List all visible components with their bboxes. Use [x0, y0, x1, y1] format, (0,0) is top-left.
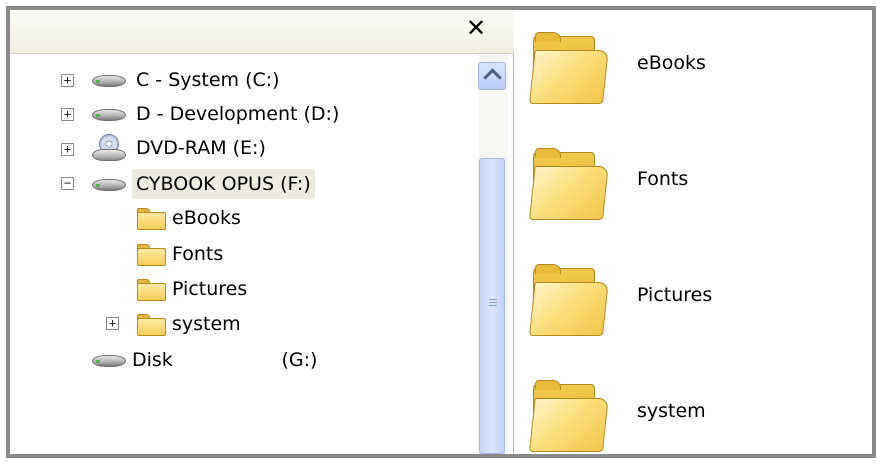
tree-item-label: CYBOOK OPUS (F:) [132, 169, 315, 199]
tree-scrollbar[interactable] [478, 54, 508, 454]
file-item-pictures[interactable]: Pictures [529, 264, 849, 340]
folder-icon [529, 380, 609, 454]
scrollbar-thumb[interactable] [479, 158, 505, 454]
close-button[interactable]: ✕ [462, 14, 490, 42]
file-item-system[interactable]: system [529, 380, 849, 454]
folder-icon [136, 243, 166, 266]
dvd-drive-icon [92, 134, 126, 162]
hard-drive-icon [92, 107, 126, 121]
file-item-fonts[interactable]: Fonts [529, 148, 849, 224]
tree-item-label: Pictures [172, 278, 248, 300]
tree-item-label: Fonts [172, 243, 224, 265]
expand-system-folder[interactable]: + [106, 317, 119, 330]
tree-item-label: eBooks [172, 207, 241, 229]
file-item-label: Fonts [637, 168, 689, 190]
tree-item-c-drive[interactable]: C - System (C:) [92, 64, 284, 96]
folder-icon [136, 207, 166, 230]
tree-item-label: system [172, 313, 241, 335]
tree-item-label: Disk (G:) [132, 349, 318, 371]
file-list-pane: eBooks Fonts Pictures system [515, 10, 872, 454]
hard-drive-icon [92, 73, 126, 87]
file-item-label: system [637, 400, 706, 422]
hard-drive-icon [92, 177, 126, 191]
tree-item-ebooks[interactable]: eBooks [136, 202, 245, 234]
tree-item-label: C - System (C:) [136, 69, 280, 91]
expand-d-drive[interactable]: + [61, 108, 74, 121]
scroll-up-arrow-icon[interactable] [478, 62, 506, 90]
folder-icon [529, 264, 609, 340]
tree-item-cybook-drive[interactable]: CYBOOK OPUS (F:) [92, 168, 315, 200]
file-item-ebooks[interactable]: eBooks [529, 32, 849, 108]
hard-drive-icon [92, 353, 126, 367]
file-item-label: Pictures [637, 284, 713, 306]
folder-tree-pane: ✕ + C - System (C:) + D - Development (D… [10, 10, 514, 454]
grip-icon [489, 299, 497, 308]
expand-c-drive[interactable]: + [61, 74, 74, 87]
folder-icon [529, 32, 609, 108]
tree-item-fonts[interactable]: Fonts [136, 238, 227, 270]
tree-item-system[interactable]: system [136, 308, 245, 340]
tree-pane-header: ✕ [10, 10, 514, 54]
expand-dvd-drive[interactable]: + [61, 143, 74, 156]
tree-item-g-drive[interactable]: Disk (G:) [92, 344, 321, 376]
tree-item-label: D - Development (D:) [136, 103, 340, 125]
folder-icon [136, 313, 166, 336]
tree-item-d-drive[interactable]: D - Development (D:) [92, 98, 343, 130]
tree-item-label: DVD-RAM (E:) [136, 137, 266, 159]
tree-item-dvd-drive[interactable]: DVD-RAM (E:) [92, 132, 270, 164]
explorer-window: ✕ + C - System (C:) + D - Development (D… [6, 6, 876, 458]
file-item-label: eBooks [637, 52, 706, 74]
folder-icon [529, 148, 609, 224]
tree-item-pictures[interactable]: Pictures [136, 273, 251, 305]
folder-icon [136, 278, 166, 301]
collapse-cybook-drive[interactable]: − [61, 177, 74, 190]
